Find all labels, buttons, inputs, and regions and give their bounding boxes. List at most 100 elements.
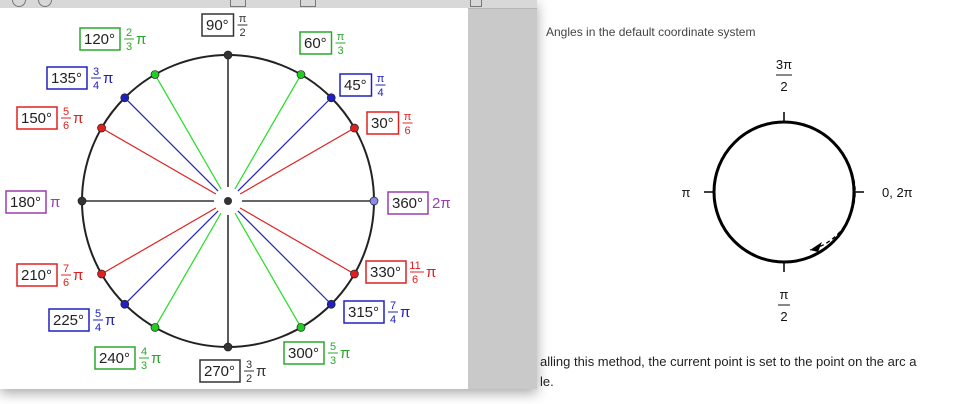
radian-tail-deg-210: π (73, 267, 83, 284)
radian-den-deg-45: 4 (377, 87, 383, 99)
degree-label-deg-60: 60° (304, 35, 327, 52)
clockwise-arrow (809, 159, 856, 251)
point-deg-180 (77, 196, 87, 206)
point-deg-330 (350, 269, 359, 279)
spoke-deg-240 (154, 212, 222, 328)
radian-den-deg-270: 2 (246, 373, 252, 385)
radian-den-deg-135: 4 (93, 80, 99, 92)
point-deg-30 (350, 123, 359, 133)
point-deg-0 (369, 196, 379, 206)
spoke-deg-135 (124, 97, 219, 192)
radian-tail-deg-225: π (105, 312, 115, 329)
degree-label-deg-270: 270° (204, 363, 235, 380)
label-pi-over-two-den: 2 (780, 309, 787, 324)
spoke-deg-150 (101, 127, 217, 195)
degree-label-deg-210: 210° (21, 267, 52, 284)
radian-num-deg-300: 5 (330, 341, 336, 353)
label-three-pi-over-two-num: 3π (776, 57, 792, 72)
degree-label-deg-30: 30° (371, 115, 394, 132)
toolbar-icon[interactable] (230, 0, 246, 7)
degree-label-deg-90: 90° (206, 17, 229, 34)
radian-den-deg-240: 3 (141, 360, 147, 372)
spoke-deg-225 (124, 210, 219, 305)
radian-num-deg-135: 3 (93, 66, 99, 78)
toolbar-icon[interactable] (300, 0, 316, 7)
degree-label-deg-120: 120° (84, 31, 115, 48)
degree-label-deg-300: 300° (288, 345, 319, 362)
point-deg-270 (223, 342, 233, 352)
label-three-pi-over-two-den: 2 (780, 79, 787, 94)
radian-num-deg-120: 2 (126, 27, 132, 39)
radian-tail-deg-300: π (340, 345, 350, 362)
default-angle-diagram: 3π 2 π 0, 2π π 2 (682, 57, 913, 324)
spoke-deg-210 (101, 207, 217, 275)
radian-tail-deg-0: 2π (432, 195, 451, 212)
radian-den-deg-300: 3 (330, 355, 336, 367)
toolbar-icon[interactable] (12, 0, 26, 7)
label-zero-two-pi: 0, 2π (882, 185, 913, 200)
radian-num-deg-225: 5 (95, 308, 101, 320)
degree-label-deg-45: 45° (344, 77, 367, 94)
spoke-deg-300 (234, 212, 302, 328)
radian-tail-deg-120: π (136, 31, 146, 48)
figure-caption: Angles in the default coordinate system (546, 25, 756, 39)
radian-tail-deg-330: π (426, 264, 436, 281)
label-pi: π (682, 185, 691, 200)
body-text-line: alling this method, the current point is… (540, 354, 917, 369)
degree-label-deg-135: 135° (51, 70, 82, 87)
point-deg-210 (97, 269, 106, 279)
radian-tail-deg-180: π (50, 194, 60, 211)
unit-circle-diagram: 360° 2π30° π645° π460° π390° π2120° 23 π135° 34 π… (5, 13, 451, 385)
radian-den-deg-90: 2 (239, 27, 245, 39)
point-deg-90 (223, 50, 233, 60)
point-deg-45 (326, 93, 336, 103)
degree-label-deg-240: 240° (99, 350, 130, 367)
radian-num-deg-210: 7 (63, 263, 69, 275)
image-canvas: 360° 2π 30° π 6 45° π 4 60° π 3 90° π 2 120° 2 3 π 135° 3 4 π… (0, 8, 468, 389)
radian-num-deg-315: 7 (390, 300, 396, 312)
radian-tail-deg-315: π (400, 304, 410, 321)
radian-den-deg-150: 6 (63, 120, 69, 132)
radian-den-deg-120: 3 (126, 41, 132, 53)
spoke-deg-30 (239, 127, 355, 195)
image-viewer-window[interactable]: 360° 2π 30° π 6 45° π 4 60° π 3 90° π 2 120° 2 3 π 135° 3 4 π… (0, 0, 537, 389)
radian-num-deg-45: π (377, 73, 385, 85)
radian-num-deg-90: π (239, 13, 247, 25)
spoke-deg-60 (234, 74, 302, 190)
radian-den-deg-315: 4 (390, 314, 396, 326)
point-deg-300 (296, 323, 306, 332)
radian-num-deg-240: 4 (141, 346, 147, 358)
radian-num-deg-150: 5 (63, 106, 69, 118)
degree-label-deg-180: 180° (10, 194, 41, 211)
point-deg-240 (150, 323, 160, 332)
radian-den-deg-330: 6 (412, 274, 418, 286)
diagram-circle (712, 120, 856, 264)
toolbar-icon[interactable] (470, 0, 482, 7)
radian-num-deg-60: π (337, 31, 345, 43)
toolbar-icon[interactable] (38, 0, 52, 7)
degree-label-deg-225: 225° (53, 312, 84, 329)
radian-den-deg-210: 6 (63, 277, 69, 289)
point-deg-225 (120, 299, 130, 309)
center-dot (224, 197, 232, 205)
radian-tail-deg-270: π (256, 363, 266, 380)
label-pi-over-two-num: π (780, 287, 789, 302)
spoke-deg-330 (239, 207, 355, 275)
radian-tail-deg-135: π (103, 70, 113, 87)
radian-den-deg-60: 3 (337, 45, 343, 57)
degree-label-deg-315: 315° (348, 304, 379, 321)
point-deg-120 (150, 70, 160, 79)
radian-tail-deg-240: π (151, 350, 161, 367)
body-text-line: le. (540, 374, 554, 389)
radian-num-deg-270: 3 (246, 359, 252, 371)
radian-num-deg-30: π (404, 111, 412, 123)
point-deg-315 (326, 299, 336, 309)
point-deg-150 (97, 123, 106, 133)
radian-num-deg-330: 11 (409, 260, 420, 272)
point-deg-60 (296, 70, 306, 79)
radian-den-deg-30: 6 (404, 125, 410, 137)
radian-tail-deg-150: π (73, 110, 83, 127)
spoke-deg-315 (237, 210, 332, 305)
degree-label-deg-0: 360° (392, 195, 423, 212)
radian-den-deg-225: 4 (95, 322, 101, 334)
